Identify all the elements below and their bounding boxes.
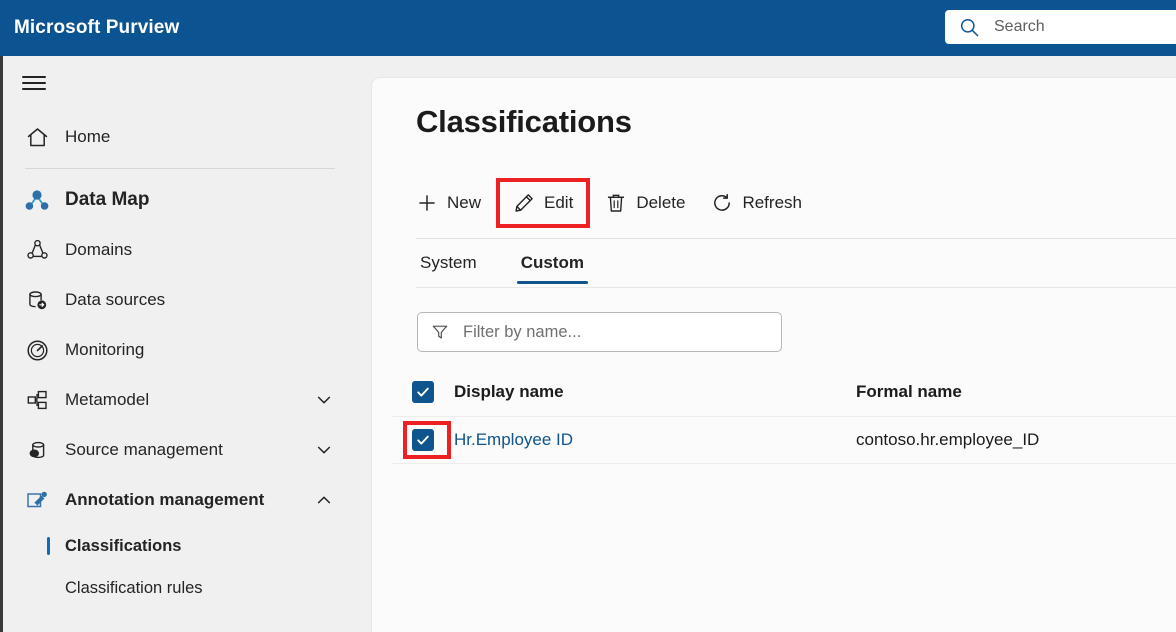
app-brand-title: Microsoft Purview bbox=[14, 17, 179, 39]
checkmark-icon bbox=[415, 432, 431, 448]
delete-button[interactable]: Delete bbox=[592, 182, 698, 224]
chevron-down-icon[interactable] bbox=[315, 441, 333, 459]
select-all-checkbox[interactable] bbox=[412, 381, 434, 403]
refresh-button-label: Refresh bbox=[742, 193, 802, 213]
sidebar-item-annotation-management[interactable]: Annotation management bbox=[3, 475, 372, 525]
sidebar-item-label-classification-rules: Classification rules bbox=[65, 579, 203, 598]
filter-by-name-box[interactable] bbox=[417, 312, 782, 352]
sidebar-item-label-data-map: Data Map bbox=[65, 189, 149, 211]
main-content-panel: Classifications New bbox=[372, 78, 1176, 632]
checkmark-icon bbox=[415, 384, 431, 400]
home-icon bbox=[22, 122, 52, 152]
global-search-box[interactable]: Search bbox=[945, 10, 1176, 44]
delete-button-label: Delete bbox=[636, 193, 685, 213]
page-title: Classifications bbox=[416, 104, 632, 140]
table-header-row: Display name Formal name bbox=[392, 368, 1176, 416]
tab-custom-label: Custom bbox=[521, 253, 584, 272]
cell-formal-name: contoso.hr.employee_ID bbox=[856, 430, 1176, 450]
sidebar-item-label-annotation-management: Annotation management bbox=[65, 490, 264, 510]
classifications-table: Display name Formal name Hr.Employee ID … bbox=[392, 368, 1176, 464]
domains-icon bbox=[22, 235, 52, 265]
sidebar-item-label-home: Home bbox=[65, 127, 110, 147]
tab-system-label: System bbox=[420, 253, 477, 272]
sidebar-item-monitoring[interactable]: Monitoring bbox=[3, 325, 372, 375]
sidebar-item-label-data-sources: Data sources bbox=[65, 290, 165, 310]
left-navigation-sidebar: Home Data Map bbox=[0, 56, 372, 632]
column-header-display-name[interactable]: Display name bbox=[454, 382, 856, 402]
sidebar-item-home[interactable]: Home bbox=[3, 112, 372, 162]
sidebar-item-domains[interactable]: Domains bbox=[3, 225, 372, 275]
plus-icon bbox=[416, 192, 438, 214]
new-button-label: New bbox=[447, 193, 481, 213]
refresh-icon bbox=[711, 192, 733, 214]
column-header-formal-name[interactable]: Formal name bbox=[856, 382, 1176, 402]
metamodel-icon bbox=[22, 385, 52, 415]
data-sources-icon bbox=[22, 285, 52, 315]
sidebar-item-source-management[interactable]: Source management bbox=[3, 425, 372, 475]
tab-custom[interactable]: Custom bbox=[517, 253, 588, 284]
sidebar-item-label-monitoring: Monitoring bbox=[65, 340, 144, 360]
new-button[interactable]: New bbox=[416, 182, 494, 224]
source-management-icon bbox=[22, 435, 52, 465]
sidebar-item-data-map[interactable]: Data Map bbox=[3, 175, 372, 225]
annotation-management-icon bbox=[22, 485, 52, 515]
hamburger-menu-icon[interactable] bbox=[22, 73, 48, 93]
toolbar-divider bbox=[416, 238, 1176, 239]
trash-icon bbox=[605, 192, 627, 214]
sidebar-item-label-metamodel: Metamodel bbox=[65, 390, 149, 410]
chevron-up-icon[interactable] bbox=[315, 491, 333, 509]
sidebar-item-label-domains: Domains bbox=[65, 240, 132, 260]
command-toolbar: New Edit bbox=[416, 182, 815, 224]
chevron-down-icon[interactable] bbox=[315, 391, 333, 409]
sidebar-item-label-classifications: Classifications bbox=[65, 537, 181, 556]
sidebar-item-label-source-management: Source management bbox=[65, 440, 223, 460]
top-header-bar: Microsoft Purview Search bbox=[0, 0, 1176, 56]
select-all-cell bbox=[392, 368, 454, 416]
search-icon bbox=[959, 17, 980, 38]
monitoring-icon bbox=[22, 335, 52, 365]
sidebar-divider bbox=[25, 168, 335, 169]
filter-input[interactable] bbox=[461, 322, 741, 343]
sidebar-item-data-sources[interactable]: Data sources bbox=[3, 275, 372, 325]
refresh-button[interactable]: Refresh bbox=[698, 182, 815, 224]
active-indicator-bar bbox=[47, 537, 50, 555]
funnel-icon bbox=[431, 323, 449, 341]
edit-button-label: Edit bbox=[544, 193, 573, 213]
sidebar-item-classification-rules[interactable]: Classification rules bbox=[3, 567, 372, 609]
sidebar-item-metamodel[interactable]: Metamodel bbox=[3, 375, 372, 425]
tab-system[interactable]: System bbox=[416, 253, 481, 284]
pencil-icon bbox=[513, 192, 535, 214]
data-map-icon bbox=[22, 185, 52, 215]
sidebar-nav-list: Home Data Map bbox=[3, 112, 372, 609]
search-placeholder-text: Search bbox=[994, 18, 1045, 36]
classification-link[interactable]: Hr.Employee ID bbox=[454, 430, 573, 449]
row-select-cell bbox=[392, 416, 454, 464]
tabs-divider bbox=[416, 287, 1176, 288]
cell-display-name: Hr.Employee ID bbox=[454, 430, 856, 450]
table-row[interactable]: Hr.Employee ID contoso.hr.employee_ID bbox=[392, 416, 1176, 464]
sidebar-item-classifications[interactable]: Classifications bbox=[3, 525, 372, 567]
edit-button[interactable]: Edit bbox=[500, 182, 586, 224]
tab-strip: System Custom bbox=[416, 246, 624, 284]
row-checkbox[interactable] bbox=[412, 429, 434, 451]
purview-app-window: Microsoft Purview Search bbox=[0, 0, 1176, 632]
